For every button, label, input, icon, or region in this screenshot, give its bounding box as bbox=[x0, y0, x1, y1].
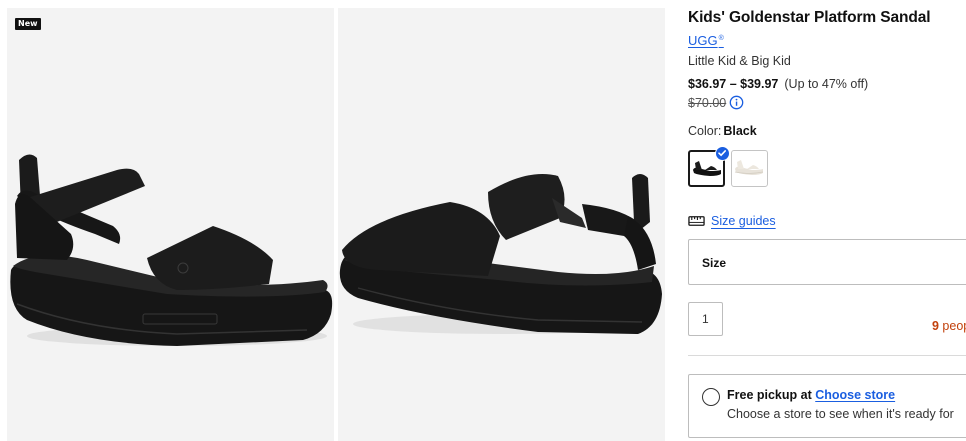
product-title: Kids' Goldenstar Platform Sandal bbox=[688, 9, 931, 26]
age-range: Little Kid & Big Kid bbox=[688, 54, 791, 68]
discount-text: (Up to 47% off) bbox=[784, 77, 869, 91]
pickup-title-prefix: Free pickup at bbox=[727, 388, 816, 402]
color-label: Color: bbox=[688, 124, 722, 138]
pickup-option[interactable]: Free pickup at Choose store Choose a sto… bbox=[688, 374, 966, 438]
color-row: Color: Black bbox=[688, 124, 757, 138]
price-range: $36.97 – $39.97 bbox=[688, 77, 779, 91]
price-row: $36.97 – $39.97 (Up to 47% off) bbox=[688, 77, 868, 91]
quantity-value: 1 bbox=[702, 312, 709, 326]
sandal-black-thumbnail bbox=[693, 161, 721, 176]
sandal-three-quarter-view-image bbox=[339, 174, 662, 334]
original-price-row: $70.00 bbox=[688, 95, 744, 110]
people-viewing-note: 9 peop bbox=[932, 319, 966, 333]
people-count: 9 bbox=[932, 319, 939, 333]
pickup-title: Free pickup at Choose store bbox=[727, 388, 895, 402]
product-image-2[interactable] bbox=[338, 8, 665, 441]
quantity-select[interactable]: 1 bbox=[688, 302, 723, 336]
swatch-white[interactable] bbox=[731, 150, 768, 187]
registered-mark: ® bbox=[718, 34, 724, 42]
brand-name: UGG bbox=[688, 33, 718, 48]
color-value: Black bbox=[723, 124, 757, 138]
original-price: $70.00 bbox=[688, 95, 727, 110]
product-image-1[interactable]: New bbox=[7, 8, 334, 441]
ruler-icon bbox=[688, 216, 705, 226]
brand-link[interactable]: UGG® bbox=[688, 33, 724, 48]
sandal-side-view-image bbox=[10, 154, 333, 346]
selected-check-icon bbox=[715, 146, 730, 161]
people-text: peop bbox=[942, 319, 966, 333]
choose-store-link[interactable]: Choose store bbox=[815, 388, 895, 402]
swatch-black[interactable] bbox=[688, 146, 730, 187]
pickup-subtitle: Choose a store to see when it's ready fo… bbox=[727, 407, 954, 421]
size-select[interactable]: Size bbox=[688, 239, 966, 285]
pickup-radio[interactable] bbox=[702, 388, 720, 406]
info-icon[interactable] bbox=[729, 95, 744, 110]
size-guides-link[interactable]: Size guides bbox=[711, 214, 776, 228]
divider bbox=[688, 355, 966, 356]
size-select-label: Size bbox=[702, 256, 727, 270]
sandal-white-thumbnail bbox=[734, 160, 764, 175]
new-badge: New bbox=[15, 18, 41, 30]
size-guide-row: Size guides bbox=[688, 214, 776, 228]
